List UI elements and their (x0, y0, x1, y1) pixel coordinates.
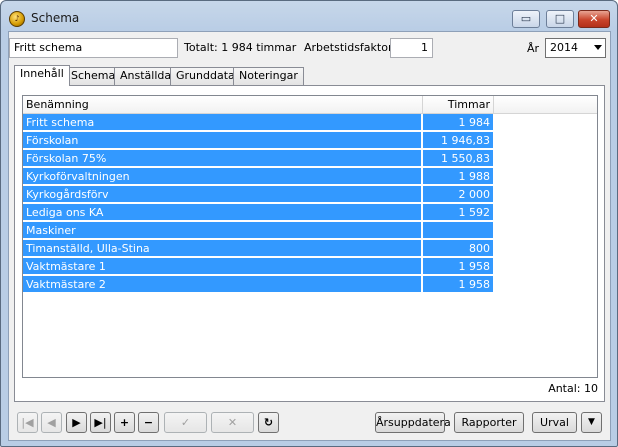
table-header: Benämning Timmar (23, 96, 597, 114)
row-name-cell: Kyrkogårdsförv (23, 186, 422, 203)
refresh-button[interactable]: ↻ (258, 412, 279, 433)
tab-innehall[interactable]: Innehåll (14, 65, 70, 86)
chevron-down-icon (594, 45, 602, 50)
update-year-button[interactable]: Årsuppdatera (375, 412, 451, 433)
reports-button[interactable]: Rapporter (454, 412, 524, 433)
row-count-label: Antal: 10 (548, 382, 598, 395)
tab-grunddata[interactable]: Grunddata (170, 67, 241, 85)
row-hours-cell: 1 984 (423, 114, 493, 131)
schema-window: ♪ Schema ▭ □ ✕ Fritt schema Totalt: 1 98… (0, 0, 618, 447)
row-hours-cell: 1 550,83 (423, 150, 493, 167)
row-name-cell: Fritt schema (23, 114, 422, 131)
year-select-value: 2014 (550, 41, 578, 54)
schedule-table[interactable]: Benämning Timmar Fritt schema 1 984 Förs… (22, 95, 598, 378)
row-name-cell: Förskolan (23, 132, 422, 149)
row-hours-cell (423, 222, 493, 239)
year-select[interactable]: 2014 (545, 38, 606, 58)
row-hours-cell: 2 000 (423, 186, 493, 203)
row-name-cell: Vaktmästare 1 (23, 258, 422, 275)
content-panel: Benämning Timmar Fritt schema 1 984 Förs… (14, 85, 605, 402)
column-header-name[interactable]: Benämning (23, 96, 423, 113)
remove-record-button[interactable]: − (138, 412, 159, 433)
tab-noteringar[interactable]: Noteringar (233, 67, 304, 85)
selection-button[interactable]: Urval (532, 412, 577, 433)
work-factor-input[interactable]: 1 (390, 38, 433, 58)
row-name-cell: Kyrkoförvaltningen (23, 168, 422, 185)
row-hours-cell: 1 946,83 (423, 132, 493, 149)
work-factor-label: Arbetstidsfaktor: (304, 41, 396, 54)
row-hours-cell: 800 (423, 240, 493, 257)
close-button[interactable]: ✕ (578, 10, 610, 28)
row-hours-cell: 1 988 (423, 168, 493, 185)
row-name-cell: Vaktmästare 2 (23, 276, 422, 293)
window-title: Schema (31, 11, 80, 25)
row-hours-cell: 1 958 (423, 276, 493, 293)
tab-schema[interactable]: Schema (65, 67, 122, 85)
column-header-hours[interactable]: Timmar (423, 96, 494, 113)
row-name-cell: Maskiner (23, 222, 422, 239)
schedule-name-input[interactable]: Fritt schema (9, 38, 178, 58)
add-record-button[interactable]: + (114, 412, 135, 433)
row-name-cell: Förskolan 75% (23, 150, 422, 167)
total-hours-label: Totalt: 1 984 timmar (184, 41, 297, 54)
cancel-edit-button[interactable]: ✕ (211, 412, 254, 433)
row-hours-cell: 1 958 (423, 258, 493, 275)
maximize-button[interactable]: □ (546, 10, 574, 28)
minimize-button[interactable]: ▭ (512, 10, 540, 28)
row-hours-cell: 1 592 (423, 204, 493, 221)
year-label: År (527, 42, 540, 55)
row-name-cell: Timanställd, Ulla-Stina (23, 240, 422, 257)
window-client-area: Fritt schema Totalt: 1 984 timmar Arbets… (8, 31, 611, 441)
more-options-button[interactable]: ▼ (581, 412, 602, 433)
tab-anstallda[interactable]: Anställda (114, 67, 178, 85)
next-record-button[interactable]: ▶ (66, 412, 87, 433)
last-record-button[interactable]: ▶| (90, 412, 111, 433)
first-record-button[interactable]: |◀ (17, 412, 38, 433)
previous-record-button[interactable]: ◀ (41, 412, 62, 433)
confirm-button[interactable]: ✓ (164, 412, 207, 433)
row-name-cell: Lediga ons KA (23, 204, 422, 221)
orchestra-icon: ♪ (9, 11, 25, 27)
